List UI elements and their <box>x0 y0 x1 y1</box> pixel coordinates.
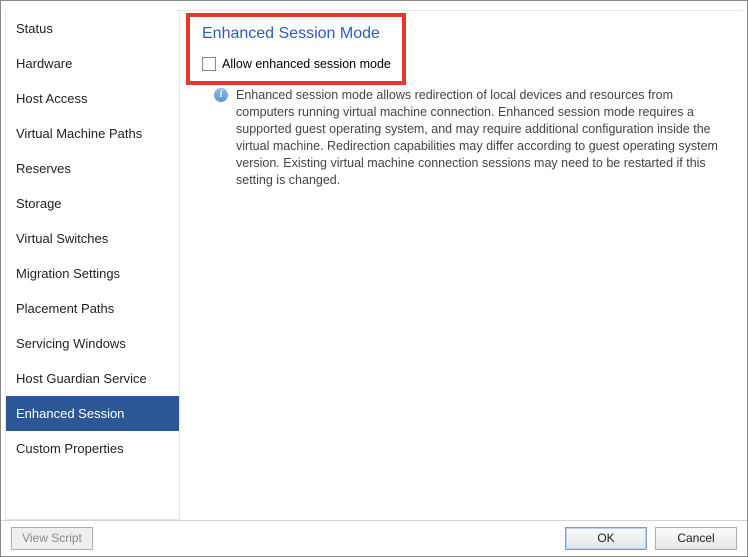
sidebar-item-host-access[interactable]: Host Access <box>6 81 179 116</box>
dialog-footer: View Script OK Cancel <box>1 520 747 556</box>
sidebar-item-host-guardian-service[interactable]: Host Guardian Service <box>6 361 179 396</box>
cancel-button[interactable]: Cancel <box>655 527 737 550</box>
content-pane: Enhanced Session Mode Allow enhanced ses… <box>180 11 747 520</box>
sidebar-item-virtual-machine-paths[interactable]: Virtual Machine Paths <box>6 116 179 151</box>
sidebar[interactable]: StatusHardwareHost AccessVirtual Machine… <box>5 11 180 520</box>
footer-right-buttons: OK Cancel <box>565 527 737 550</box>
description-row: i Enhanced session mode allows redirecti… <box>186 87 733 189</box>
section-title: Enhanced Session Mode <box>202 25 402 43</box>
allow-enhanced-session-mode-row: Allow enhanced session mode <box>202 57 402 71</box>
settings-dialog: StatusHardwareHost AccessVirtual Machine… <box>0 0 748 557</box>
sidebar-item-storage[interactable]: Storage <box>6 186 179 221</box>
sidebar-item-placement-paths[interactable]: Placement Paths <box>6 291 179 326</box>
dialog-body: StatusHardwareHost AccessVirtual Machine… <box>1 11 747 520</box>
sidebar-item-reserves[interactable]: Reserves <box>6 151 179 186</box>
info-icon: i <box>214 88 228 102</box>
sidebar-item-virtual-switches[interactable]: Virtual Switches <box>6 221 179 256</box>
view-script-button[interactable]: View Script <box>11 527 93 550</box>
sidebar-item-servicing-windows[interactable]: Servicing Windows <box>6 326 179 361</box>
allow-enhanced-session-mode-checkbox[interactable] <box>202 57 216 71</box>
sidebar-list: StatusHardwareHost AccessVirtual Machine… <box>6 11 179 520</box>
sidebar-item-enhanced-session[interactable]: Enhanced Session <box>6 396 179 431</box>
sidebar-item-custom-properties[interactable]: Custom Properties <box>6 431 179 466</box>
sidebar-item-migration-settings[interactable]: Migration Settings <box>6 256 179 291</box>
highlighted-region: Enhanced Session Mode Allow enhanced ses… <box>186 13 406 85</box>
allow-enhanced-session-mode-label: Allow enhanced session mode <box>222 57 391 71</box>
sidebar-item-hardware[interactable]: Hardware <box>6 46 179 81</box>
divider <box>176 10 743 11</box>
ok-button[interactable]: OK <box>565 527 647 550</box>
description-text: Enhanced session mode allows redirection… <box>236 87 731 189</box>
sidebar-item-status[interactable]: Status <box>6 11 179 46</box>
